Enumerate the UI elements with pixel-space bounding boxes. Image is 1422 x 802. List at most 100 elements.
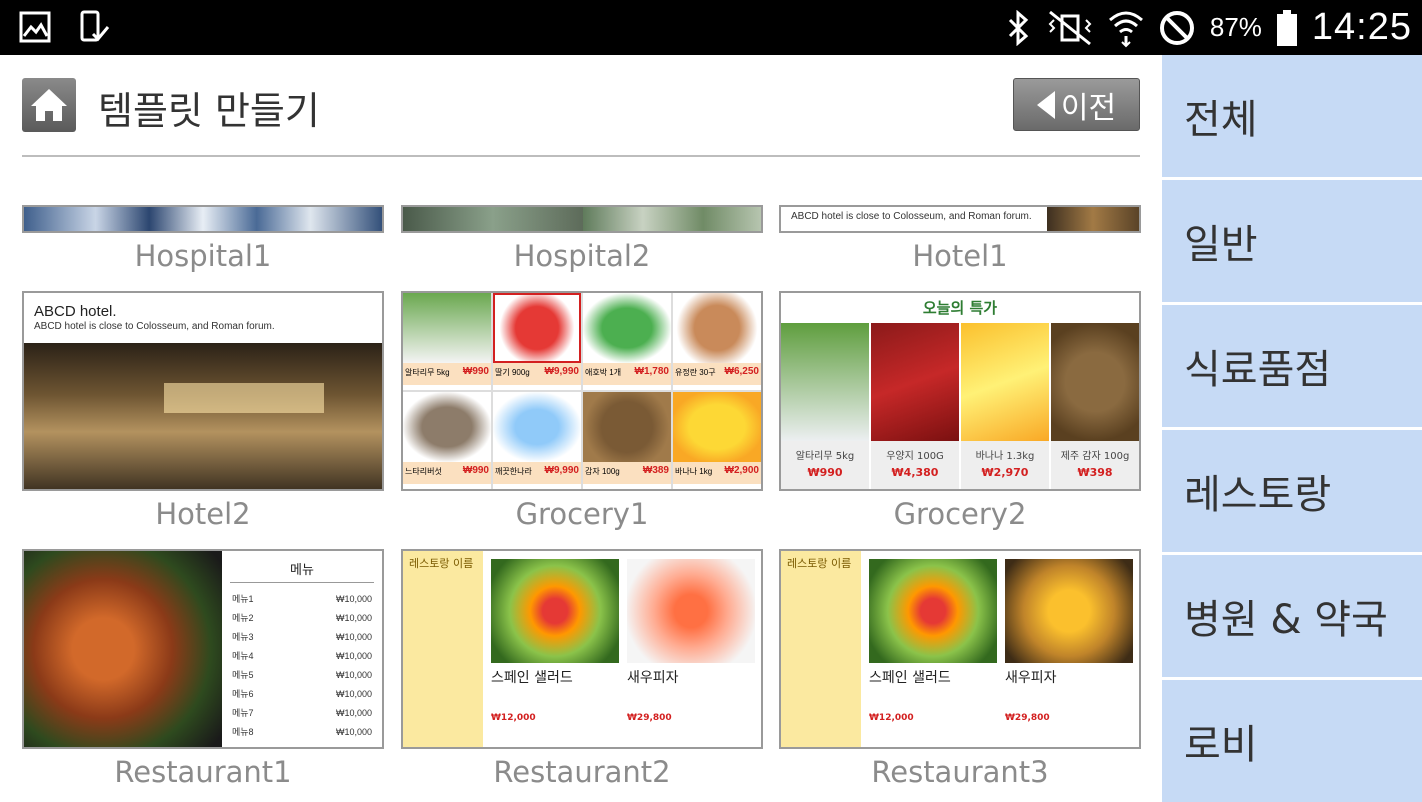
menu-row: 메뉴7 ₩10,000 [232,707,372,719]
page-title: 템플릿 만들기 [98,89,320,133]
menu-row: 메뉴3 ₩10,000 [232,631,372,643]
gallery-icon [19,11,51,43]
grocery-item: 제주 감자 100g ₩398 [1051,323,1139,489]
template-label: Restaurant2 [493,755,671,789]
menu-list: 메뉴1 ₩10,000 메뉴2 ₩10,000 메뉴3 ₩10,000 메뉴4 ₩10,000… [232,589,372,741]
grocery-item: 바나나 1.3kg ₩2,970 [961,323,1049,489]
battery-icon [1276,9,1297,46]
menu-row: 메뉴8 ₩10,000 [232,726,372,738]
grocery-item: 알타리무 5kg ₩990 [403,293,491,390]
salad-photo [869,559,997,663]
template-thumbnail: ABCD hotel. ABCD hotel is close to Colos… [22,291,384,491]
template-thumbnail: 오늘의 특가 알타리무 5kg ₩990 우양지 100G ₩4,380 바나나… [779,291,1141,491]
hospital-building-photo [583,207,761,231]
dish-price: ₩29,800 [627,713,672,723]
hotel-lobby-photo [24,343,382,489]
grocery-special-title: 오늘의 특가 [922,299,998,317]
dish-price: ₩12,000 [869,713,914,723]
template-tile[interactable]: 메뉴 메뉴1 ₩10,000 메뉴2 ₩10,000 메뉴3 ₩10,000 메뉴4 ₩10,… [22,549,384,789]
grocery-item: 딸기 900g ₩9,990 [493,293,581,390]
category-sidebar: 전체 일반 식료품점 레스토랑 병원 & 약국 로비 [1162,55,1422,802]
dish-name: 스페인 샐러드 [869,670,951,686]
template-label: Grocery2 [893,497,1027,531]
template-thumbnail [22,205,384,233]
restaurant-name-panel: 레스토랑 이름 [781,551,861,747]
do-not-disturb-icon [1159,10,1194,45]
dish-name: 스페인 샐러드 [491,670,573,686]
restaurant-name: 레스토랑 이름 [787,557,852,570]
template-label: Hospital1 [134,239,272,273]
template-thumbnail: 알타리무 5kg ₩990 딸기 900g ₩9,990 애호박 1개 ₩1,7… [401,291,763,491]
dish-price: ₩29,800 [1005,713,1050,723]
vibrate-mute-icon [1048,10,1092,45]
dish-price: ₩12,000 [491,713,536,723]
seafood-photo [24,551,222,747]
grocery-item: 알타리무 5kg ₩990 [781,323,869,489]
template-thumbnail: 메뉴 메뉴1 ₩10,000 메뉴2 ₩10,000 메뉴3 ₩10,000 메뉴4 ₩10,… [22,549,384,749]
template-grid[interactable]: Hospital1 Hospital2 ABCD hotel is close … [0,205,1162,800]
template-tile[interactable]: 레스토랑 이름 스페인 샐러드 ₩12,000 새우피자 ₩29,800 Res… [401,549,763,789]
menu-title: 메뉴 [230,559,374,583]
template-thumbnail: 레스토랑 이름 스페인 샐러드 ₩12,000 새우피자 ₩29,800 [779,549,1141,749]
sidebar-item-general[interactable]: 일반 [1162,180,1422,302]
pizza-photo [627,559,755,663]
menu-row: 메뉴5 ₩10,000 [232,669,372,681]
hospital-photo [24,207,382,231]
wifi-icon [1108,11,1143,47]
template-tile[interactable]: Hospital2 [401,205,763,273]
header-divider [22,155,1140,157]
grocery-item: 애호박 1개 ₩1,780 [583,293,671,390]
hospital-photo [403,207,583,231]
back-button-label: 이전 [1060,90,1117,126]
template-thumbnail: 레스토랑 이름 스페인 샐러드 ₩12,000 새우피자 ₩29,800 [401,549,763,749]
template-label: Restaurant1 [114,755,292,789]
home-icon [31,89,67,121]
home-button[interactable] [22,78,76,132]
template-label: Hotel1 [912,239,1008,273]
restaurant-name-panel: 레스토랑 이름 [403,551,483,747]
template-tile[interactable]: 알타리무 5kg ₩990 딸기 900g ₩9,990 애호박 1개 ₩1,7… [401,291,763,531]
salad-photo [491,559,619,663]
template-label: Hospital2 [513,239,651,273]
menu-row: 메뉴4 ₩10,000 [232,650,372,662]
menu-panel: 메뉴 메뉴1 ₩10,000 메뉴2 ₩10,000 메뉴3 ₩10,000 메뉴4 ₩10,… [222,551,382,747]
device-check-icon [80,10,110,42]
hotel-title: ABCD hotel. [34,303,117,320]
grocery-item: 바나나 1kg ₩2,900 [673,392,761,489]
grocery-item: 느타리버섯 ₩990 [403,392,491,489]
grocery-item: 깨끗한나라 ₩9,990 [493,392,581,489]
dish-name: 새우피자 [627,670,679,686]
sidebar-item-lobby[interactable]: 로비 [1162,680,1422,802]
template-label: Hotel2 [155,497,251,531]
sidebar-item-hospital-pharmacy[interactable]: 병원 & 약국 [1162,555,1422,677]
pizza-photo [1005,559,1133,663]
menu-row: 메뉴6 ₩10,000 [232,688,372,700]
menu-row: 메뉴1 ₩10,000 [232,593,372,605]
grocery-item: 우양지 100G ₩4,380 [871,323,959,489]
template-tile[interactable]: Hospital1 [22,205,384,273]
template-label: Grocery1 [515,497,649,531]
dish-name: 새우피자 [1005,670,1057,686]
restaurant-name: 레스토랑 이름 [409,557,474,570]
template-tile[interactable]: ABCD hotel. ABCD hotel is close to Colos… [22,291,384,531]
hotel-caption: ABCD hotel is close to Colosseum, and Ro… [791,211,1032,222]
template-label: Restaurant3 [871,755,1049,789]
template-tile[interactable]: 오늘의 특가 알타리무 5kg ₩990 우양지 100G ₩4,380 바나나… [779,291,1141,531]
battery-percent: 87% [1209,12,1262,42]
grocery-item: 감자 100g ₩389 [583,392,671,489]
template-thumbnail: ABCD hotel is close to Colosseum, and Ro… [779,205,1141,233]
hotel-photo [1047,207,1139,231]
template-tile[interactable]: ABCD hotel is close to Colosseum, and Ro… [779,205,1141,273]
menu-row: 메뉴2 ₩10,000 [232,612,372,624]
back-button[interactable]: 이전 [1013,78,1140,131]
template-thumbnail [401,205,763,233]
back-arrow-icon [1036,90,1055,119]
bluetooth-icon [1008,9,1029,46]
clock-time: 14:25 [1311,6,1412,48]
sidebar-item-restaurant[interactable]: 레스토랑 [1162,430,1422,552]
sidebar-item-all[interactable]: 전체 [1162,55,1422,177]
template-tile[interactable]: 레스토랑 이름 스페인 샐러드 ₩12,000 새우피자 ₩29,800 Res… [779,549,1141,789]
status-bar: 87% 14:25 [0,0,1422,55]
hotel-caption: ABCD hotel is close to Colosseum, and Ro… [34,321,275,332]
sidebar-item-grocery[interactable]: 식료품점 [1162,305,1422,427]
